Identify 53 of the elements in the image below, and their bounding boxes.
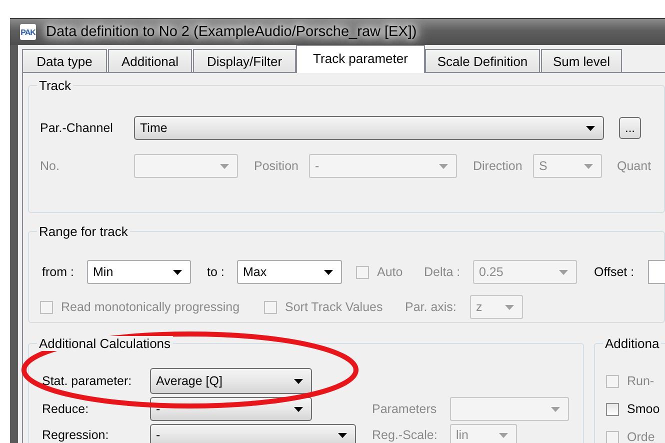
field-label: Reg.-Scale: <box>372 428 438 442</box>
app-icon: PAK <box>20 24 36 40</box>
caret-icon <box>439 164 448 168</box>
field-label: Regression: <box>42 428 110 442</box>
field-label: Par.-Channel <box>40 121 114 135</box>
tab[interactable]: Data type <box>22 49 107 72</box>
field-label: Position <box>254 159 300 173</box>
field-label: Offset : <box>594 265 636 279</box>
checkbox-label: Sort Track Values <box>285 300 383 314</box>
checkbox-label: Read monotonically progressing <box>61 300 240 314</box>
tab[interactable]: Track parameter <box>296 45 425 73</box>
tab[interactable]: Scale Definition <box>425 49 540 72</box>
group-title: Range for track <box>37 224 130 239</box>
caret-icon <box>294 378 303 384</box>
caret-icon <box>551 406 560 412</box>
field-label: Reduce: <box>42 402 90 416</box>
field-label: Direction <box>473 159 524 173</box>
caret-icon <box>294 406 303 412</box>
caret-icon <box>505 304 514 310</box>
dropdown[interactable]: Time <box>134 116 604 140</box>
caret-icon <box>559 270 568 274</box>
dropdown[interactable]: Average [Q] <box>150 368 312 394</box>
caret-icon <box>338 432 347 438</box>
caret-icon <box>499 432 508 438</box>
field-label: Par. axis: <box>405 300 458 314</box>
group-title: Track <box>37 78 74 93</box>
field-label: from : <box>42 265 75 279</box>
checkbox-label: Auto <box>377 265 403 279</box>
browse-button[interactable]: ... <box>619 117 641 139</box>
window-title: Data definition to No 2 (ExampleAudio/Porsche_raw [EX]) <box>46 24 417 40</box>
field-label: to : <box>207 265 226 279</box>
checkbox-label: Orde <box>627 430 655 443</box>
dropdown[interactable]: - <box>150 424 356 443</box>
field-label: No. <box>40 159 60 173</box>
dropdown[interactable]: Max <box>237 260 342 284</box>
tab[interactable]: Sum level <box>541 49 622 72</box>
caret-icon <box>586 126 595 130</box>
field-label: Quant <box>617 159 652 173</box>
group-title: Additional Calculations <box>37 336 173 351</box>
caret-icon <box>584 164 593 168</box>
caret-icon <box>220 164 229 168</box>
checkbox[interactable] <box>606 402 619 416</box>
caret-icon <box>324 270 333 274</box>
dropdown[interactable]: Min <box>87 260 191 284</box>
caret-icon <box>173 270 182 274</box>
field-label: Parameters <box>372 402 438 416</box>
tab[interactable]: Display/Filter <box>193 49 296 72</box>
group-title: Additiona <box>603 336 662 351</box>
tab[interactable]: Additional <box>108 49 192 72</box>
checkbox-label: Run- <box>627 374 654 388</box>
checkbox-label: Smoo <box>627 402 660 416</box>
field-label: Delta : <box>424 265 462 279</box>
field-label: Stat. parameter: <box>42 374 133 388</box>
